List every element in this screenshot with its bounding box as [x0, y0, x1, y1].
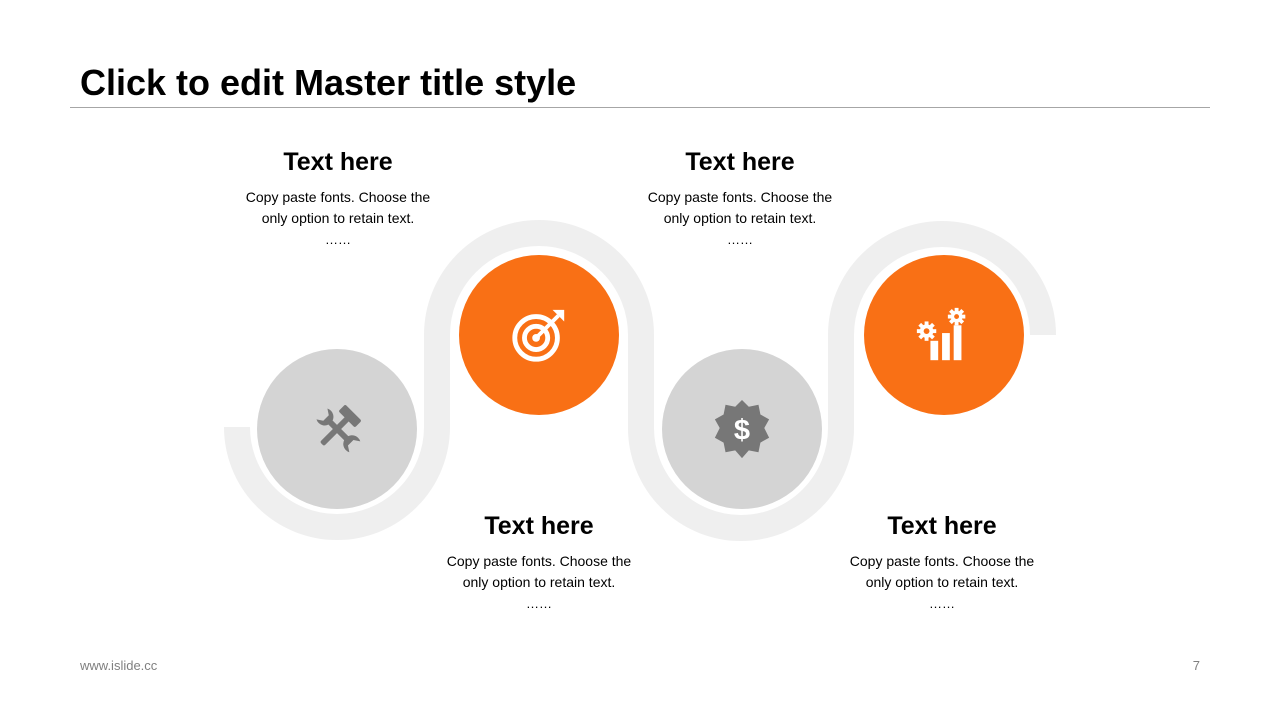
step-1-text: Text here Copy paste fonts. Choose the o…: [223, 147, 453, 247]
step-1-dots: ……: [325, 232, 351, 247]
step-3-body[interactable]: Copy paste fonts. Choose the only option…: [625, 187, 855, 229]
step-4-node[interactable]: [864, 255, 1024, 415]
growth-chart-icon: [916, 307, 966, 361]
step-3-text: Text here Copy paste fonts. Choose the o…: [625, 147, 855, 247]
tools-icon: [316, 405, 361, 453]
svg-text:$: $: [734, 415, 750, 447]
step-3-node[interactable]: $: [662, 349, 822, 509]
dollar-badge-icon: $: [714, 399, 770, 459]
step-4-dots: ……: [929, 596, 955, 611]
step-4-text: Text here Copy paste fonts. Choose the o…: [827, 511, 1057, 611]
step-1-heading[interactable]: Text here: [223, 147, 453, 177]
target-icon: [512, 309, 565, 362]
step-2-heading[interactable]: Text here: [424, 511, 654, 541]
step-3-heading[interactable]: Text here: [625, 147, 855, 177]
step-4-heading[interactable]: Text here: [827, 511, 1057, 541]
step-2-body[interactable]: Copy paste fonts. Choose the only option…: [424, 551, 654, 593]
footer-url: www.islide.cc: [80, 658, 158, 673]
step-3-dots: ……: [727, 232, 753, 247]
step-1-node[interactable]: [257, 349, 417, 509]
wave-track: [224, 220, 1056, 541]
step-2-text: Text here Copy paste fonts. Choose the o…: [424, 511, 654, 611]
step-2-node[interactable]: [459, 255, 619, 415]
step-2-dots: ……: [526, 596, 552, 611]
page-number: 7: [1192, 658, 1200, 673]
step-1-body[interactable]: Copy paste fonts. Choose the only option…: [223, 187, 453, 229]
step-4-body[interactable]: Copy paste fonts. Choose the only option…: [827, 551, 1057, 593]
